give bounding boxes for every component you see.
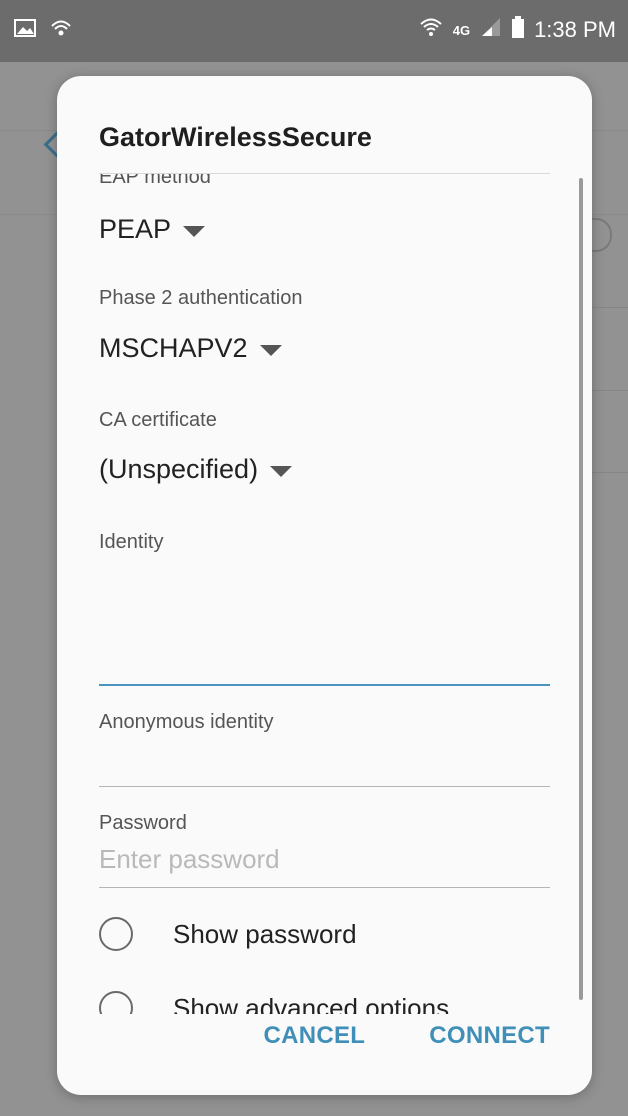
status-left-icons [14, 18, 72, 43]
dialog-scroll-area[interactable]: EAP method PEAP Phase 2 authentication M… [99, 174, 550, 1014]
password-input[interactable]: Enter password [99, 844, 280, 875]
password-underline [99, 887, 550, 888]
show-advanced-option[interactable]: Show advanced options [99, 991, 449, 1014]
wifi-icon [419, 17, 443, 43]
ca-certificate-value: (Unspecified) [99, 454, 259, 484]
ca-certificate-dropdown[interactable]: (Unspecified) [99, 454, 293, 485]
phase2-label: Phase 2 authentication [99, 287, 303, 309]
anonymous-identity-label: Anonymous identity [99, 711, 274, 733]
battery-icon [512, 16, 525, 44]
4g-lte-icon: 4G [452, 22, 471, 38]
identity-underline [99, 684, 550, 686]
show-advanced-checkbox[interactable] [99, 991, 133, 1014]
eap-method-label: EAP method [99, 174, 211, 188]
phase2-dropdown[interactable]: MSCHAPV2 [99, 333, 282, 364]
image-icon [14, 19, 36, 42]
wifi-config-dialog: GatorWirelessSecure EAP method PEAP Phas… [57, 76, 592, 1095]
anonymous-identity-underline [99, 786, 550, 787]
status-bar: 4G 1:38 PM [0, 0, 628, 62]
dropdown-arrow-icon [259, 345, 282, 356]
status-right-icons: 4G 1:38 PM [419, 16, 616, 44]
phase2-value: MSCHAPV2 [99, 333, 248, 363]
signal-icon [480, 17, 502, 43]
dialog-scrollbar[interactable] [579, 178, 583, 1000]
show-password-option[interactable]: Show password [99, 917, 357, 951]
connect-button[interactable]: CONNECT [429, 1022, 550, 1050]
show-advanced-label: Show advanced options [173, 992, 450, 1015]
identity-label: Identity [99, 531, 164, 553]
ca-certificate-label: CA certificate [99, 409, 217, 431]
dialog-title: GatorWirelessSecure [99, 122, 372, 152]
dialog-actions: CANCEL CONNECT [263, 1022, 550, 1050]
wifi-call-icon [50, 18, 72, 43]
password-label: Password [99, 812, 187, 834]
dropdown-arrow-icon [270, 466, 293, 477]
show-password-checkbox[interactable] [99, 917, 133, 951]
eap-method-dropdown[interactable]: PEAP [99, 214, 206, 245]
dropdown-arrow-icon [183, 226, 206, 237]
anonymous-identity-input[interactable] [99, 744, 550, 784]
status-time: 1:38 PM [534, 17, 616, 42]
eap-method-value: PEAP [99, 214, 172, 244]
cancel-button[interactable]: CANCEL [263, 1022, 365, 1050]
show-password-label: Show password [173, 918, 357, 949]
identity-input[interactable] [99, 564, 550, 684]
